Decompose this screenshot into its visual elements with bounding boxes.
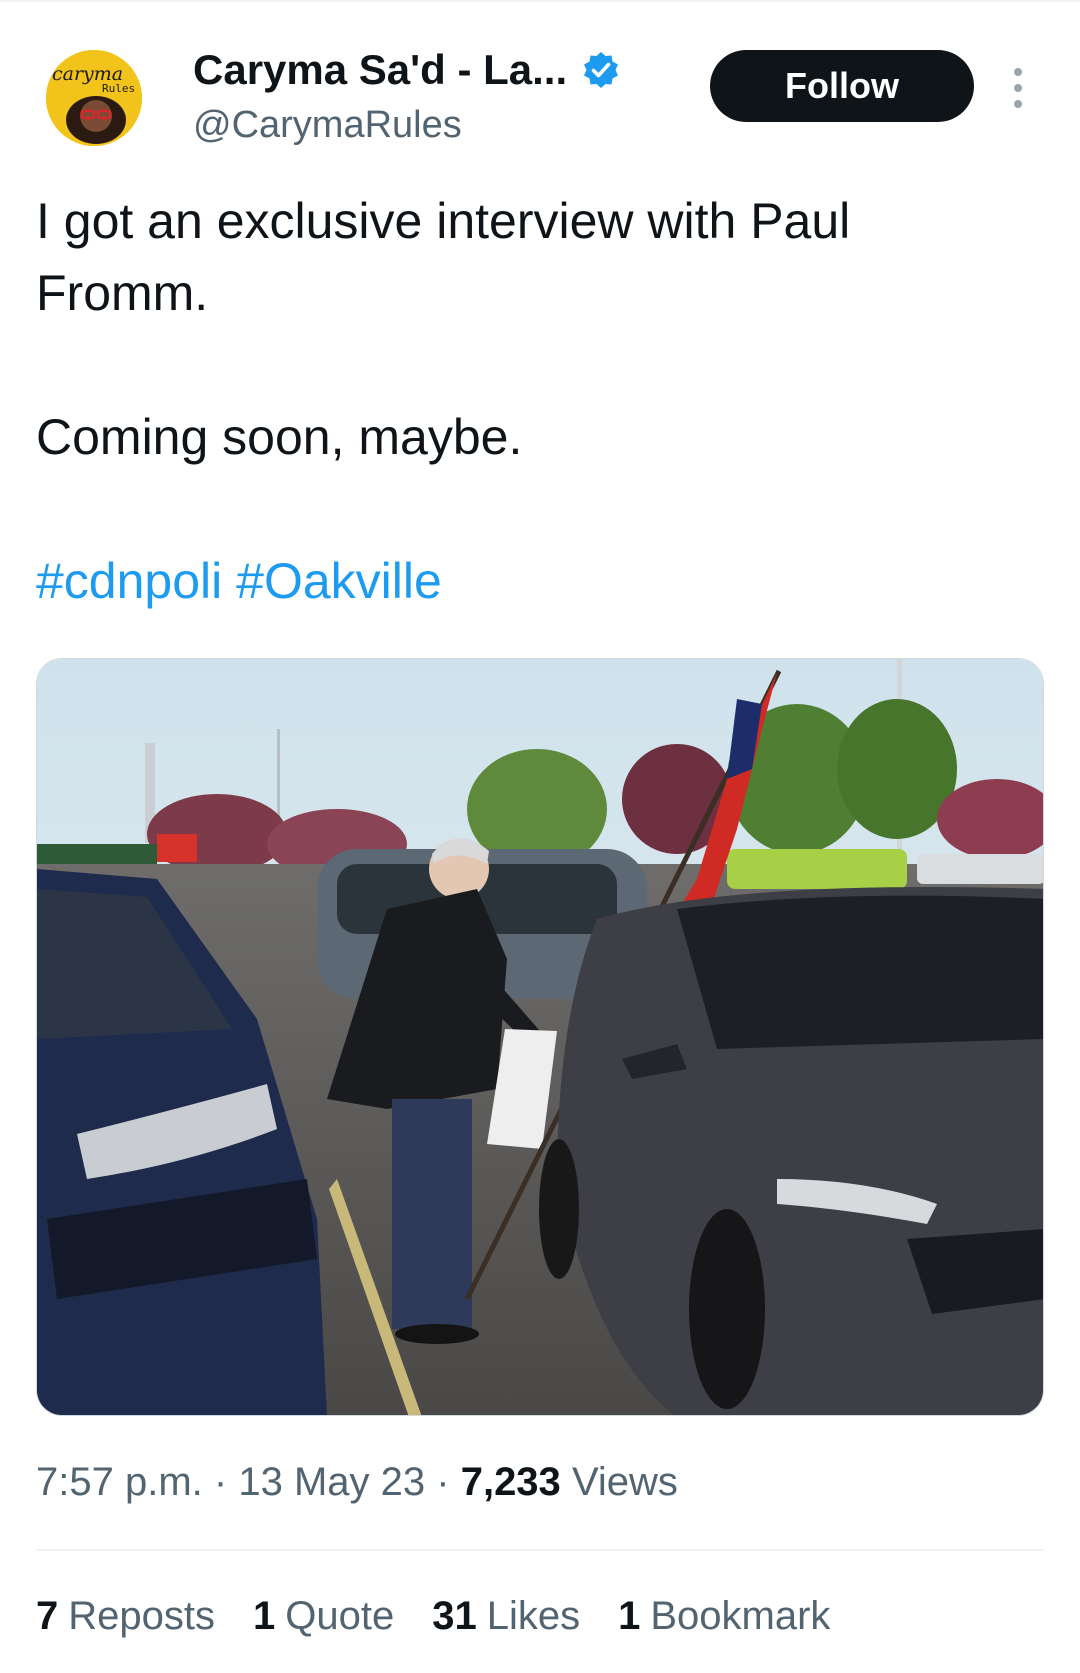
- reposts-stat[interactable]: 7 Reposts: [36, 1594, 215, 1639]
- more-dot: [1014, 68, 1022, 76]
- tweet-time[interactable]: 7:57 p.m.: [36, 1460, 203, 1504]
- stats-divider: [36, 1549, 1044, 1551]
- tweet-photo[interactable]: [36, 658, 1044, 1416]
- views-label: Views: [571, 1460, 678, 1504]
- verified-badge-icon[interactable]: [581, 50, 621, 90]
- reposts-count: 7: [36, 1594, 59, 1638]
- tweet-body: I got an exclusive interview with Paul F…: [36, 185, 1026, 617]
- tweet-hashtags: #cdnpoli #Oakville: [36, 545, 1026, 617]
- likes-count: 31: [432, 1594, 477, 1638]
- bookmarks-label: Bookmark: [650, 1594, 831, 1638]
- quotes-stat[interactable]: 1 Quote: [253, 1594, 394, 1639]
- avatar[interactable]: caryma Rules: [46, 50, 142, 146]
- more-dot: [1014, 84, 1022, 92]
- engagement-stats: 7 Reposts 1 Quote 31 Likes 1 Bookmark: [36, 1594, 868, 1639]
- tweet-meta: 7:57 p.m. · 13 May 23 · 7,233 Views: [36, 1460, 678, 1505]
- more-dot: [1014, 100, 1022, 108]
- more-options-icon[interactable]: [1004, 64, 1032, 112]
- meta-separator: ·: [436, 1460, 450, 1504]
- author-names: Caryma Sa'd - La... @CarymaRules: [193, 46, 621, 147]
- reposts-label: Reposts: [68, 1594, 215, 1638]
- hashtag-link[interactable]: #cdnpoli: [36, 553, 222, 609]
- quotes-label: Quote: [285, 1594, 395, 1638]
- likes-label: Likes: [486, 1594, 581, 1638]
- views-count: 7,233: [460, 1460, 561, 1504]
- author-handle[interactable]: @CarymaRules: [193, 104, 621, 147]
- hashtag-link[interactable]: #Oakville: [236, 553, 442, 609]
- top-divider: [0, 0, 1080, 2]
- avatar-submark: Rules: [102, 82, 135, 95]
- tweet-line-1: I got an exclusive interview with Paul F…: [36, 193, 851, 321]
- meta-separator: ·: [213, 1460, 228, 1504]
- bookmarks-count: 1: [618, 1594, 641, 1638]
- likes-stat[interactable]: 31 Likes: [432, 1594, 580, 1639]
- tweet-line-2: Coming soon, maybe.: [36, 409, 523, 465]
- bookmarks-stat[interactable]: 1 Bookmark: [618, 1594, 830, 1639]
- tweet-header: caryma Rules Caryma Sa'd - La... @Caryma…: [36, 40, 1044, 150]
- follow-button[interactable]: Follow: [710, 50, 974, 122]
- quotes-count: 1: [253, 1594, 276, 1638]
- author-display-name[interactable]: Caryma Sa'd - La...: [193, 46, 567, 94]
- tweet-date[interactable]: 13 May 23: [238, 1460, 425, 1504]
